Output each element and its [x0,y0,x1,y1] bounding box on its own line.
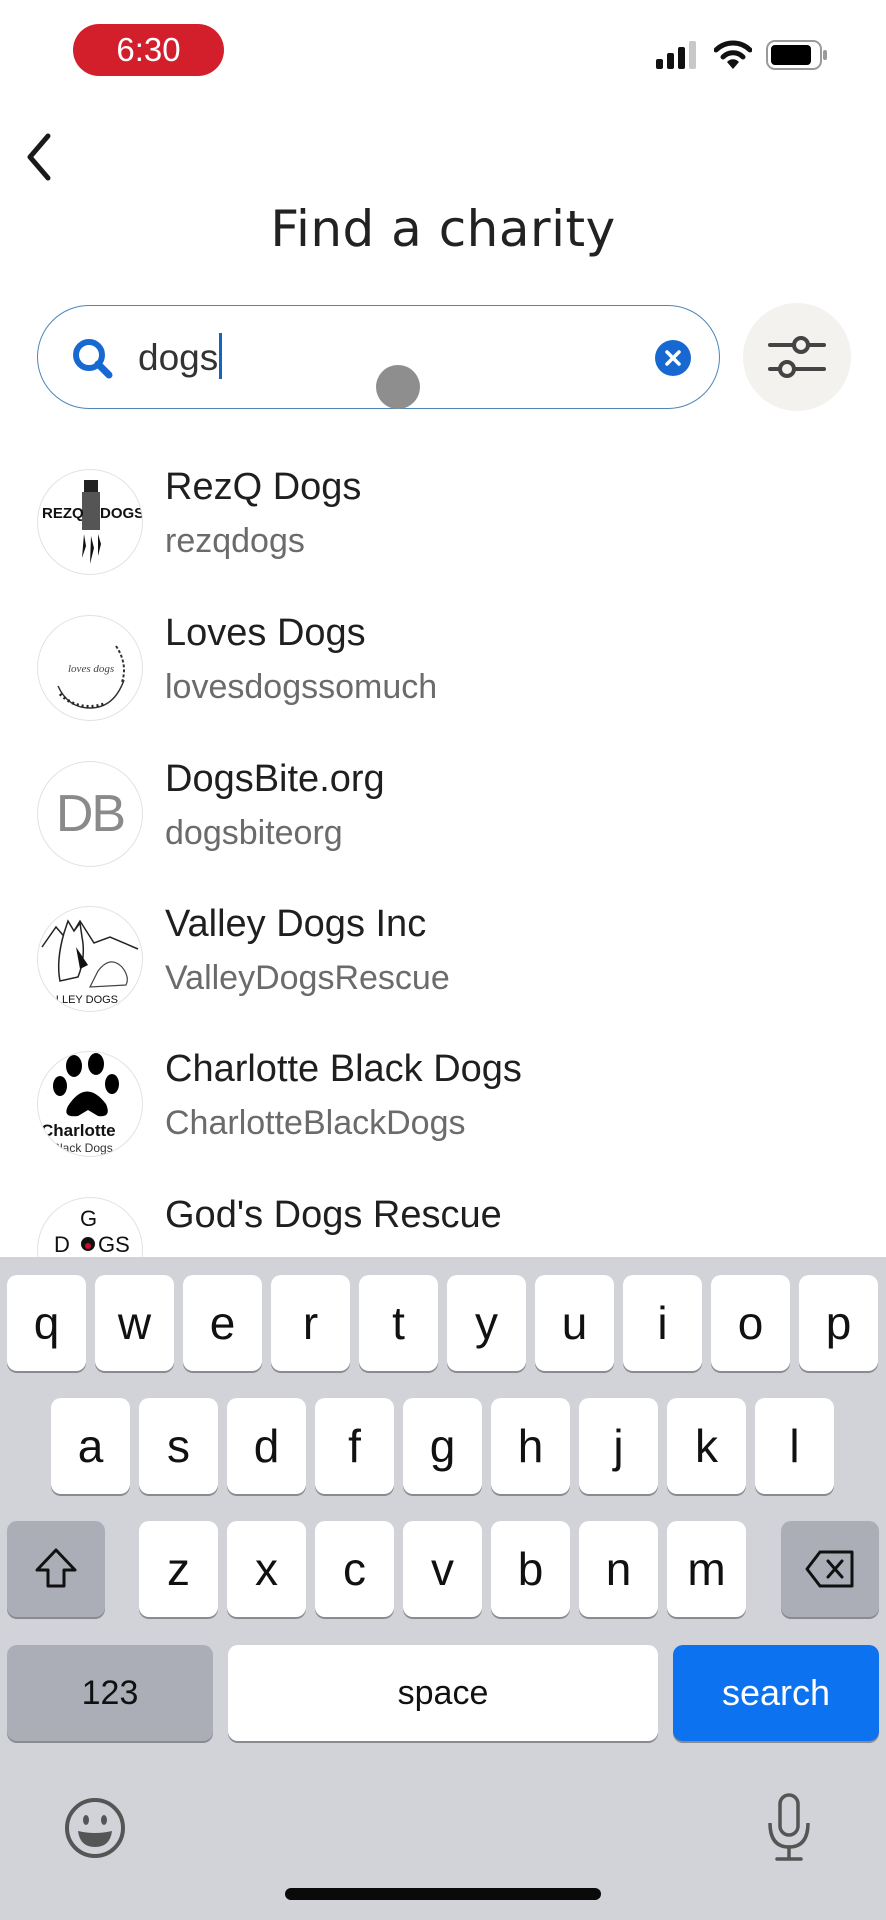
loves-dogs-logo-icon: loves dogs [57,645,125,709]
key-b[interactable]: b [491,1521,570,1617]
text-caret [219,333,222,379]
status-time: 6:30 [73,24,224,76]
key-y[interactable]: y [447,1275,526,1371]
svg-text:G: G [80,1206,97,1231]
list-item[interactable]: VALLEY DOGS Valley Dogs Inc ValleyDogsRe… [0,895,886,1025]
microphone-icon [768,1793,810,1861]
wifi-icon [714,40,752,69]
search-key-label: search [721,1672,831,1713]
avatar-initials: DB [55,785,126,843]
key-s[interactable]: s [139,1398,218,1494]
emoji-button[interactable] [64,1797,126,1859]
charity-handle: rezqdogs [165,522,305,560]
key-e[interactable]: e [183,1275,262,1371]
shift-icon [35,1548,77,1588]
paw-print-logo-icon: Charlotte Black Dogs [41,1053,119,1155]
list-item[interactable]: Charlotte Black Dogs Charlotte Black Dog… [0,1040,886,1170]
key-k[interactable]: k [667,1398,746,1494]
svg-text:loves dogs: loves dogs [68,663,114,675]
status-icons [656,40,828,70]
chevron-left-icon [27,133,51,181]
charity-name: DogsBite.org [165,758,385,800]
sliders-icon [768,336,826,378]
list-item[interactable]: DB DogsBite.org dogsbiteorg [0,750,886,880]
charity-handle: dogsbiteorg [165,814,343,852]
charity-name: Charlotte Black Dogs [165,1048,522,1090]
charity-name: God's Dogs Rescue [165,1194,502,1236]
key-a[interactable]: a [51,1398,130,1494]
avatar: loves dogs [37,615,143,721]
emoji-icon [65,1798,125,1858]
key-i[interactable]: i [623,1275,702,1371]
svg-text:Charlotte: Charlotte [41,1121,116,1140]
time-text: 6:30 [116,31,181,68]
svg-text:GS: GS [98,1232,130,1257]
charity-handle: lovesdogssomuch [165,668,438,706]
key-z[interactable]: z [139,1521,218,1617]
svg-text:DOGS: DOGS [100,505,142,522]
charity-name: Loves Dogs [165,612,366,654]
touch-indicator [376,365,420,409]
key-r[interactable]: r [271,1275,350,1371]
key-o[interactable]: o [711,1275,790,1371]
backspace-icon [805,1550,854,1588]
key-j[interactable]: j [579,1398,658,1494]
search-icon [73,339,113,379]
key-q[interactable]: q [7,1275,86,1371]
charity-handle: ValleyDogsRescue [165,959,450,997]
charity-handle: CharlotteBlackDogs [165,1104,466,1142]
key-p[interactable]: p [799,1275,878,1371]
charity-name: Valley Dogs Inc [165,903,427,945]
avatar: Charlotte Black Dogs [37,1051,143,1157]
avatar: VALLEY DOGS [37,906,143,1012]
key-f[interactable]: f [315,1398,394,1494]
home-indicator [285,1888,601,1900]
numbers-key[interactable]: 123 [7,1645,213,1741]
key-g[interactable]: g [403,1398,482,1494]
svg-text:REZQ: REZQ [42,505,84,522]
space-key-label: space [397,1673,489,1712]
charity-name: RezQ Dogs [165,466,362,508]
key-x[interactable]: x [227,1521,306,1617]
key-c[interactable]: c [315,1521,394,1617]
dictation-button[interactable] [765,1793,813,1863]
svg-text:VALLEY DOGS: VALLEY DOGS [42,994,118,1006]
back-button[interactable] [18,132,66,182]
keyboard: qwertyuiop asdfghjkl zxcvbnm 123 space s… [0,1257,886,1920]
key-n[interactable]: n [579,1521,658,1617]
clear-icon [665,350,681,366]
key-l[interactable]: l [755,1398,834,1494]
key-v[interactable]: v [403,1521,482,1617]
search-key[interactable]: search [673,1645,879,1741]
svg-text:Black Dogs: Black Dogs [52,1141,113,1155]
delete-key[interactable] [781,1521,879,1617]
key-h[interactable]: h [491,1398,570,1494]
clear-search-button[interactable] [655,340,691,376]
valley-dogs-logo-icon: VALLEY DOGS [41,919,139,1006]
list-item[interactable]: loves dogs Loves Dogs lovesdogssomuch [0,604,886,734]
key-d[interactable]: d [227,1398,306,1494]
svg-text:D: D [54,1232,70,1257]
avatar: REZQ DOGS [37,469,143,575]
key-w[interactable]: w [95,1275,174,1371]
shift-key[interactable] [7,1521,105,1617]
avatar: DB [37,761,143,867]
key-m[interactable]: m [667,1521,746,1617]
numbers-key-label: 123 [81,1673,139,1712]
space-key[interactable]: space [228,1645,658,1741]
key-t[interactable]: t [359,1275,438,1371]
list-item[interactable]: REZQ DOGS RezQ Dogs rezqdogs [0,458,886,588]
battery-icon [766,40,827,70]
filter-button[interactable] [743,303,851,411]
rezq-dogs-logo-icon: REZQ DOGS [42,480,142,564]
cellular-signal-icon [656,41,696,69]
key-u[interactable]: u [535,1275,614,1371]
page-title: Find a charity [270,200,616,258]
